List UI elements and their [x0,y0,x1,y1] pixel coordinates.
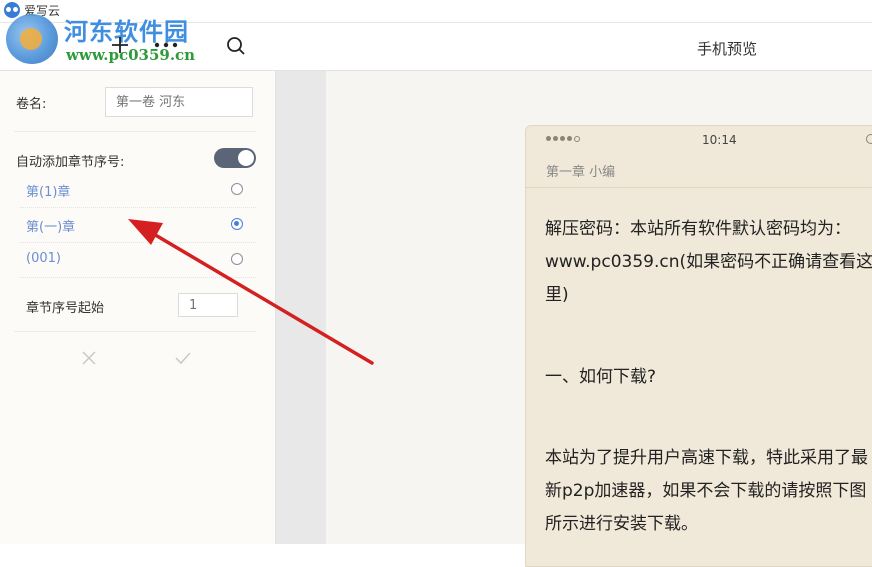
phone-divider [526,187,872,188]
chapter-title: 第一章 小编 [546,165,616,180]
content-line: 解压密码：本站所有软件默认密码均为： [545,219,851,239]
option-label-chinese[interactable]: 第(一)章 [26,216,75,235]
option-radio-arabic[interactable] [231,183,243,195]
watermark-url: www.pc0359.cn [66,46,196,64]
divider [20,207,256,209]
more-icon[interactable] [154,42,178,48]
add-icon[interactable] [110,35,130,55]
preview-header: 手机预览 [277,23,872,70]
search-icon[interactable] [226,36,246,56]
cancel-icon[interactable] [80,349,98,367]
scroll-gutter [276,71,326,544]
content-line: 里) [545,285,569,305]
content-line: www.pc0359.cn(如果密码不正确请查看这 [545,252,872,272]
option-label-padded[interactable]: (001) [26,251,61,266]
confirm-icon[interactable] [174,349,192,367]
preview-title: 手机预览 [697,40,758,58]
start-number-label: 章节序号起始 [26,301,105,316]
start-number-input[interactable] [178,293,238,317]
watermark-emblem-icon [6,14,58,64]
divider [20,242,256,244]
phone-frame: 10:14 第一章 小编 解压密码：本站所有软件默认密码均为： www.pc03… [525,125,872,567]
option-radio-chinese[interactable] [231,218,243,230]
toggle-knob [238,150,254,166]
phone-preview-area: 10:14 第一章 小编 解压密码：本站所有软件默认密码均为： www.pc03… [326,71,872,567]
content-line: 新p2p加速器，如果不会下载的请按照下图 [545,481,867,501]
battery-icon [866,134,872,144]
option-label-arabic[interactable]: 第(1)章 [26,181,70,200]
divider [20,277,256,279]
volume-input[interactable] [105,87,253,117]
content-line: 本站为了提升用户高速下载，特此采用了最 [545,448,868,468]
volume-label: 卷名: [16,97,47,112]
signal-icon [546,136,596,142]
content-line: 一、如何下载? [545,367,657,387]
auto-number-toggle[interactable] [214,148,256,168]
phone-time: 10:14 [702,133,737,147]
content-line: 所示进行安装下载。 [545,514,698,534]
chapter-settings-panel: 卷名: 自动添加章节序号: 第(1)章 第(一)章 (001) 章节序号起始 [0,71,276,544]
option-radio-padded[interactable] [231,253,243,265]
auto-number-label: 自动添加章节序号: [16,155,125,170]
divider [14,131,256,132]
divider [14,331,256,332]
